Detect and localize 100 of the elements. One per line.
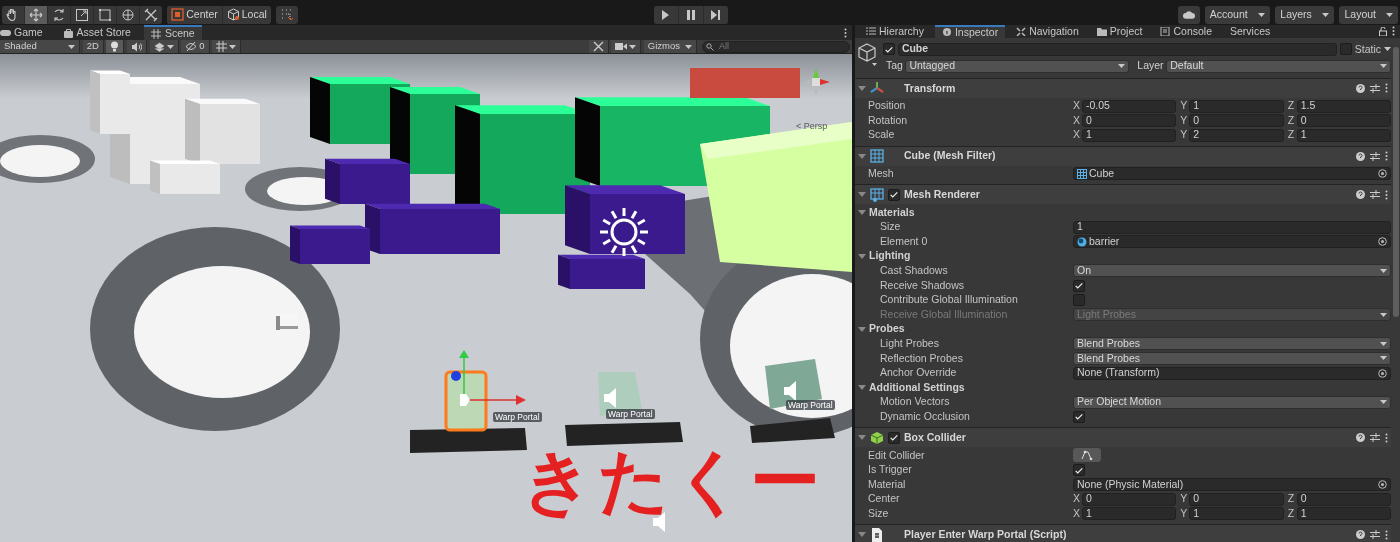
layer-dropdown[interactable]: Default <box>1166 59 1391 73</box>
lock-icon[interactable] <box>1378 26 1387 36</box>
dropdown-button[interactable]: Layout <box>1339 5 1398 24</box>
expanded-arrow-icon[interactable] <box>858 209 866 217</box>
number-field[interactable]: 1 <box>1073 220 1391 234</box>
camera-dropdown[interactable] <box>611 40 642 53</box>
number-field[interactable]: 0 <box>1296 114 1391 128</box>
number-field[interactable]: 1 <box>1082 128 1177 142</box>
panel-tab[interactable]: Navigation <box>1009 25 1086 38</box>
edit-collider-button[interactable] <box>1073 448 1101 463</box>
checkbox[interactable] <box>1340 43 1353 55</box>
sliders-icon[interactable] <box>1370 151 1381 161</box>
dropdown[interactable]: Per Object Motion <box>1073 395 1391 409</box>
step-button[interactable] <box>703 5 728 24</box>
pivot-button[interactable]: Center <box>167 5 222 24</box>
panel-tab[interactable]: Game <box>0 25 50 40</box>
hand-button[interactable] <box>2 5 24 24</box>
dropdown[interactable]: Blend Probes <box>1073 337 1391 351</box>
sliders-icon[interactable] <box>1370 530 1381 540</box>
panel-tab[interactable]: Scene <box>143 25 202 40</box>
component-header[interactable]: Box Collider <box>855 428 1391 448</box>
sliders-icon[interactable] <box>1370 190 1381 200</box>
checkbox[interactable] <box>883 43 896 55</box>
target-icon[interactable] <box>1378 480 1387 490</box>
number-field[interactable]: 1 <box>1296 507 1391 521</box>
cloud-button[interactable] <box>1178 5 1201 24</box>
kebab-menu-icon[interactable] <box>1391 26 1395 37</box>
target-icon[interactable] <box>1378 169 1387 179</box>
snap-button[interactable] <box>276 5 299 24</box>
play-button[interactable] <box>653 5 678 24</box>
number-field[interactable]: 0 <box>1296 492 1391 506</box>
target-icon[interactable] <box>1378 237 1387 247</box>
audio-toggle[interactable] <box>127 40 148 53</box>
panel-tab[interactable]: Inspector <box>934 25 1006 38</box>
checkbox[interactable] <box>1073 464 1085 477</box>
expanded-arrow-icon[interactable] <box>858 434 866 442</box>
object-field[interactable]: None (Physic Material) <box>1073 478 1391 492</box>
hidden-objects-toggle[interactable]: 0 <box>181 40 210 53</box>
checkbox[interactable] <box>1073 294 1085 307</box>
kebab-menu-icon[interactable] <box>1385 432 1389 443</box>
component-header[interactable]: Player Enter Warp Portal (Script) <box>855 525 1391 542</box>
object-field[interactable]: None (Transform) <box>1073 366 1391 380</box>
object-field[interactable]: Cube <box>1073 167 1391 181</box>
number-field[interactable]: 1 <box>1189 507 1284 521</box>
tools-toggle[interactable] <box>588 40 609 53</box>
panel-tab[interactable]: Asset Store <box>55 25 138 40</box>
2d-toggle[interactable]: 2D <box>82 40 104 53</box>
number-field[interactable]: 2 <box>1189 128 1284 142</box>
expanded-arrow-icon[interactable] <box>858 252 866 260</box>
number-field[interactable]: 1 <box>1189 99 1284 113</box>
shading-dropdown[interactable]: Shaded <box>0 40 80 53</box>
section-heading[interactable]: Additional Settings <box>869 379 965 396</box>
checkbox[interactable] <box>1073 279 1085 292</box>
scale-button[interactable] <box>71 5 93 24</box>
name-field[interactable]: Cube <box>897 42 1338 56</box>
gizmos-dropdown[interactable]: Gizmos <box>643 40 697 53</box>
help-icon[interactable] <box>1355 433 1365 443</box>
number-field[interactable]: 0 <box>1189 492 1284 506</box>
transform-button[interactable] <box>117 5 139 24</box>
expanded-arrow-icon[interactable] <box>858 84 866 92</box>
rect-tool-button[interactable] <box>94 5 116 24</box>
number-field[interactable]: 0 <box>1082 492 1177 506</box>
kebab-menu-icon[interactable] <box>1385 189 1389 200</box>
static-dropdown[interactable]: Static <box>1354 43 1391 55</box>
expanded-arrow-icon[interactable] <box>858 325 866 333</box>
dropdown[interactable]: Blend Probes <box>1073 352 1391 365</box>
expanded-arrow-icon[interactable] <box>858 384 866 392</box>
component-header[interactable]: Mesh Renderer <box>855 185 1391 205</box>
rotate-button[interactable] <box>48 5 70 24</box>
dropdown-button[interactable]: Layers <box>1275 5 1334 24</box>
sliders-icon[interactable] <box>1370 433 1381 443</box>
expanded-arrow-icon[interactable] <box>858 531 866 539</box>
expanded-arrow-icon[interactable] <box>858 191 866 199</box>
grid-dropdown[interactable] <box>212 40 242 53</box>
help-icon[interactable] <box>1355 151 1365 161</box>
help-icon[interactable] <box>1355 530 1365 540</box>
number-field[interactable]: 1 <box>1296 128 1391 142</box>
section-heading[interactable]: Lighting <box>869 248 911 265</box>
dropdown[interactable]: On <box>1073 264 1391 278</box>
effects-dropdown[interactable] <box>149 40 179 53</box>
object-field[interactable]: barrier <box>1073 235 1391 249</box>
target-icon[interactable] <box>1378 368 1387 378</box>
tools-button[interactable] <box>140 5 162 24</box>
component-header[interactable]: Cube (Mesh Filter) <box>855 146 1391 166</box>
camera-mode-label[interactable]: < Persp <box>796 120 828 134</box>
number-field[interactable]: 1 <box>1082 507 1177 521</box>
kebab-menu-icon[interactable] <box>843 27 847 38</box>
pause-button[interactable] <box>678 5 703 24</box>
section-heading[interactable]: Materials <box>869 204 915 221</box>
kebab-menu-icon[interactable] <box>1385 83 1389 94</box>
checkbox[interactable] <box>1073 410 1085 423</box>
move-button[interactable] <box>25 5 47 24</box>
search-field[interactable]: All <box>702 40 850 53</box>
number-field[interactable]: 1.5 <box>1296 99 1391 113</box>
sliders-icon[interactable] <box>1370 83 1381 93</box>
checkbox[interactable] <box>888 188 900 201</box>
section-heading[interactable]: Probes <box>869 321 905 338</box>
checkbox[interactable] <box>888 431 900 444</box>
number-field[interactable]: 0 <box>1189 114 1284 128</box>
panel-tab[interactable]: Project <box>1089 25 1150 38</box>
